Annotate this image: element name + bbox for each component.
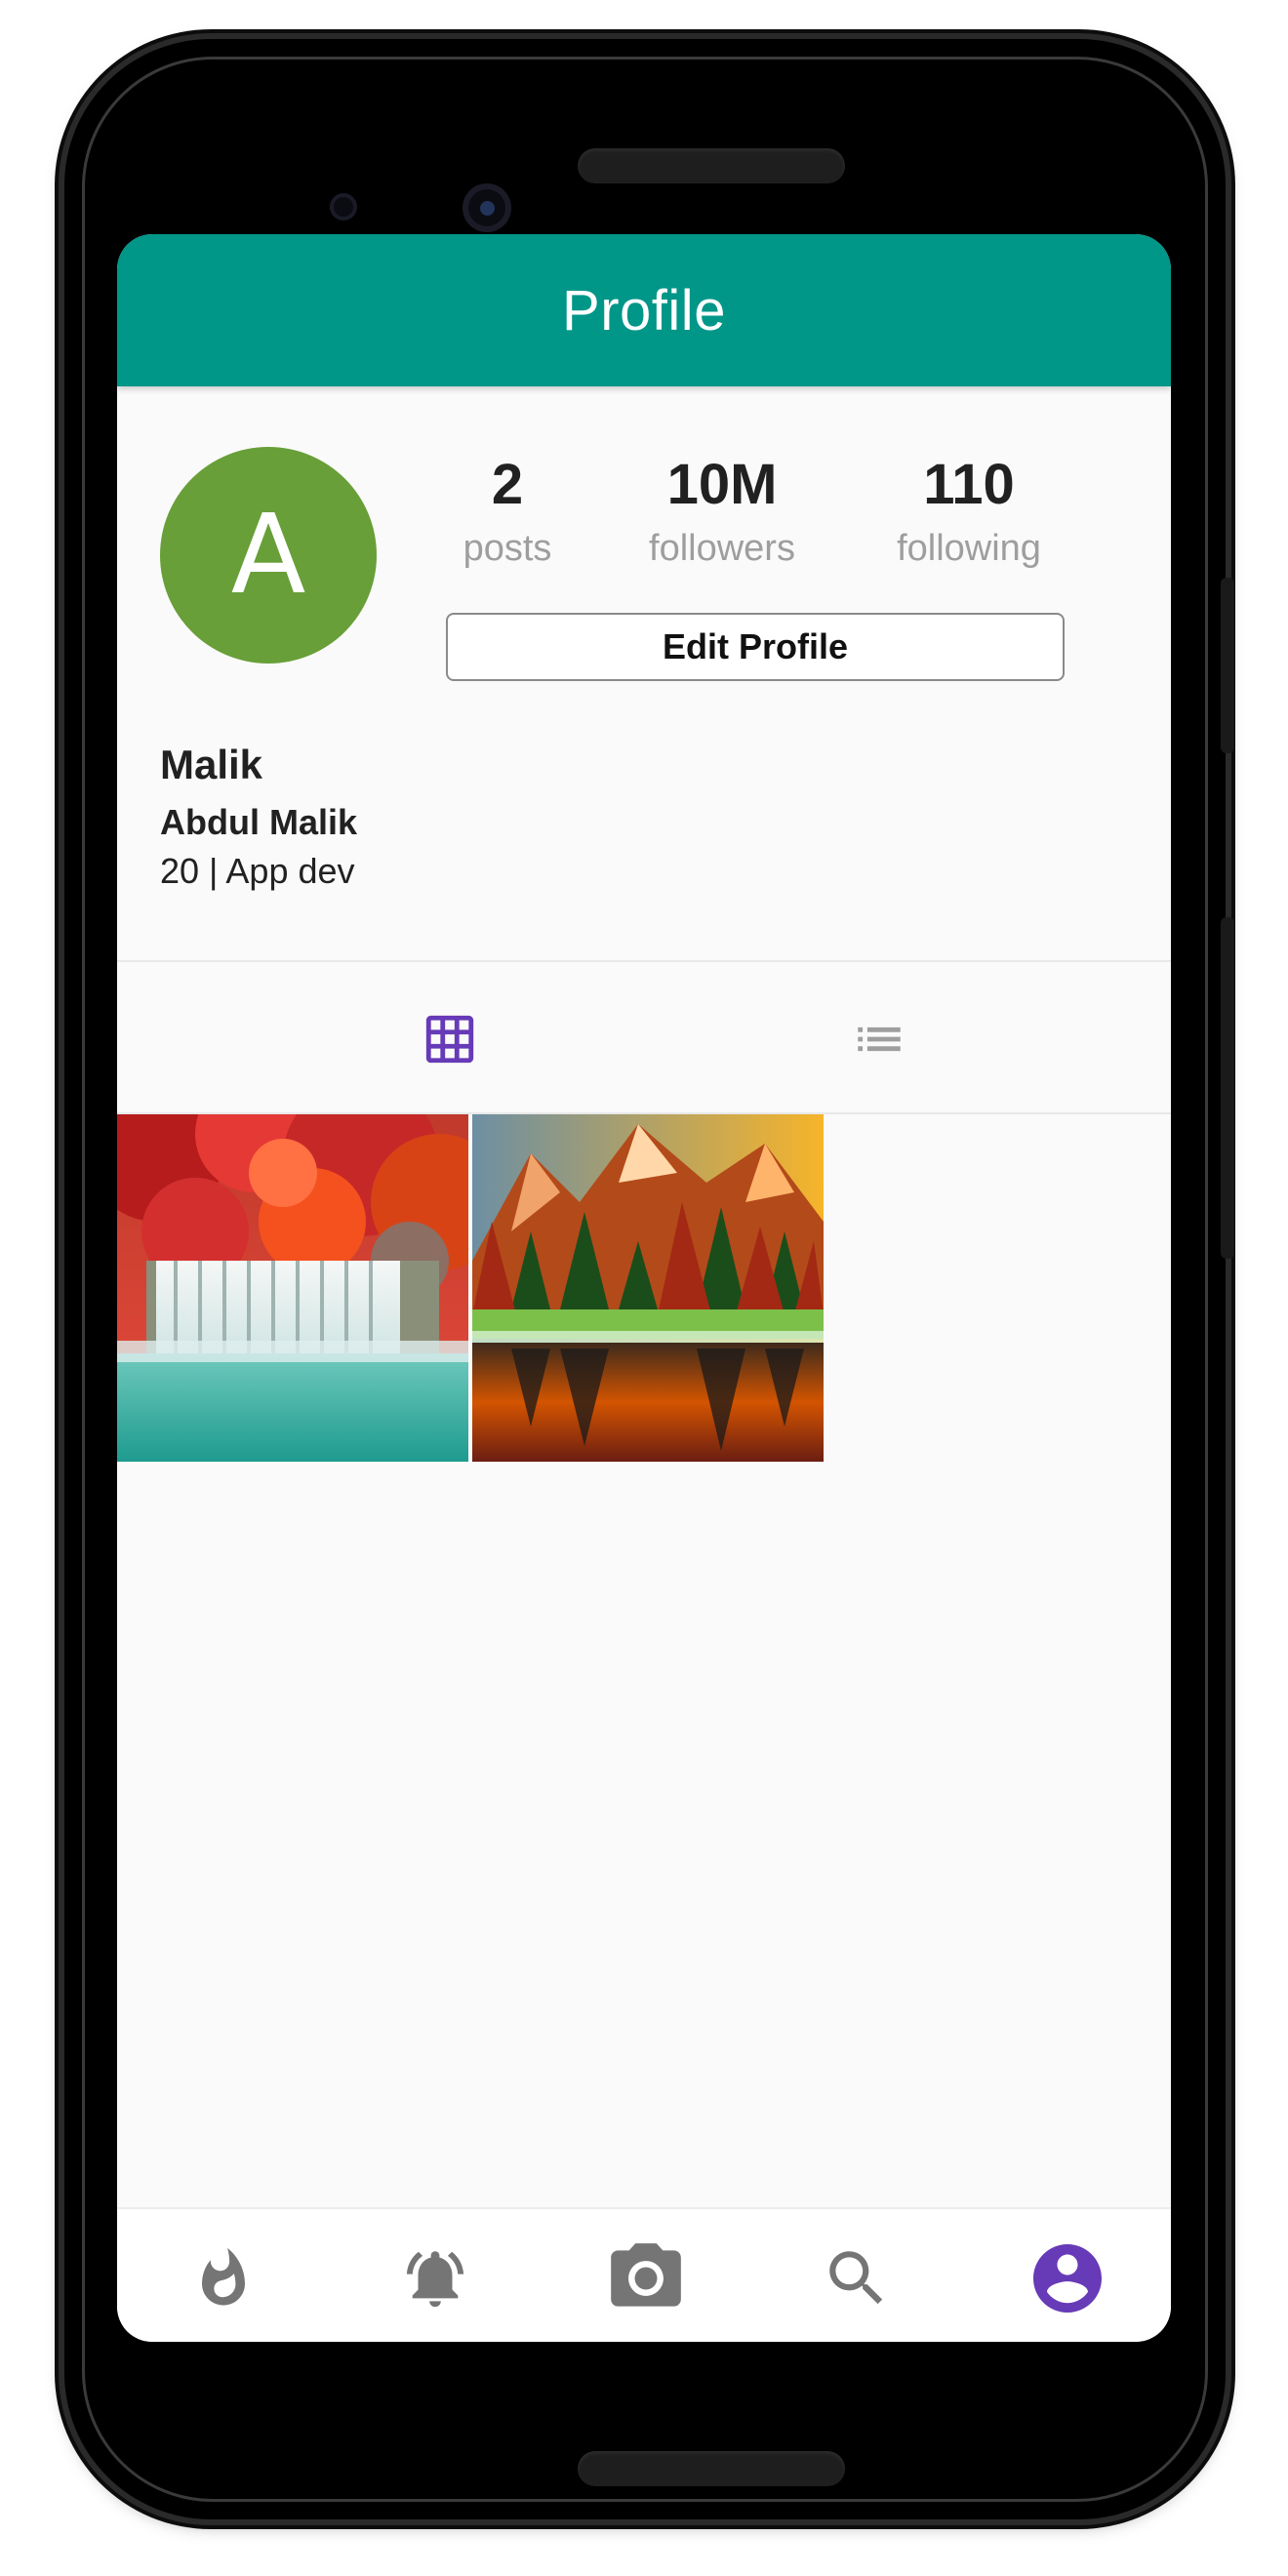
front-sensor (330, 193, 357, 221)
avatar-initial: A (230, 492, 306, 619)
nav-trending[interactable] (181, 2236, 265, 2320)
followers-count: 10M (666, 453, 778, 516)
app-screen: Profile A 2 posts 10M followers 110 foll… (117, 234, 1171, 2342)
bottom-navigation (117, 2207, 1171, 2342)
volume-button (1221, 917, 1234, 1259)
power-button (1221, 578, 1234, 753)
account-circle-icon (1033, 2244, 1102, 2313)
stat-followers[interactable]: 10M followers (624, 451, 820, 578)
list-view-tab[interactable] (845, 1005, 913, 1073)
following-label: following (897, 528, 1041, 569)
bottom-speaker (578, 2451, 845, 2486)
posts-count: 2 (491, 453, 524, 516)
following-count: 110 (923, 453, 1015, 516)
front-camera (463, 183, 511, 232)
bio: 20 | App dev (160, 851, 355, 891)
nav-camera[interactable] (604, 2236, 688, 2320)
posts-label: posts (463, 528, 552, 569)
divider (117, 960, 1171, 962)
edit-profile-button[interactable]: Edit Profile (446, 613, 1065, 681)
app-bar: Profile (117, 234, 1171, 386)
camera-icon (611, 2243, 681, 2307)
grid-view-tab[interactable] (416, 1005, 484, 1073)
search-icon (829, 2251, 883, 2305)
nav-profile[interactable] (1026, 2236, 1109, 2320)
post-thumbnail[interactable] (472, 1114, 824, 1462)
nav-notifications[interactable] (393, 2236, 477, 2320)
avatar[interactable]: A (160, 447, 377, 664)
grid-icon (425, 1015, 474, 1064)
bell-ring-icon (406, 2251, 464, 2308)
stat-following[interactable]: 110 following (871, 451, 1067, 578)
username: Malik (160, 742, 263, 787)
mountain-lake-image (472, 1114, 824, 1462)
nav-search[interactable] (815, 2236, 899, 2320)
page-title: Profile (562, 278, 726, 342)
earpiece-speaker (578, 148, 845, 183)
stat-posts[interactable]: 2 posts (410, 451, 605, 578)
waterfall-image (117, 1114, 468, 1462)
flame-icon (202, 2247, 245, 2306)
full-name: Abdul Malik (160, 802, 358, 842)
post-thumbnail[interactable] (117, 1114, 468, 1462)
followers-label: followers (649, 528, 795, 569)
list-icon (858, 1026, 901, 1052)
